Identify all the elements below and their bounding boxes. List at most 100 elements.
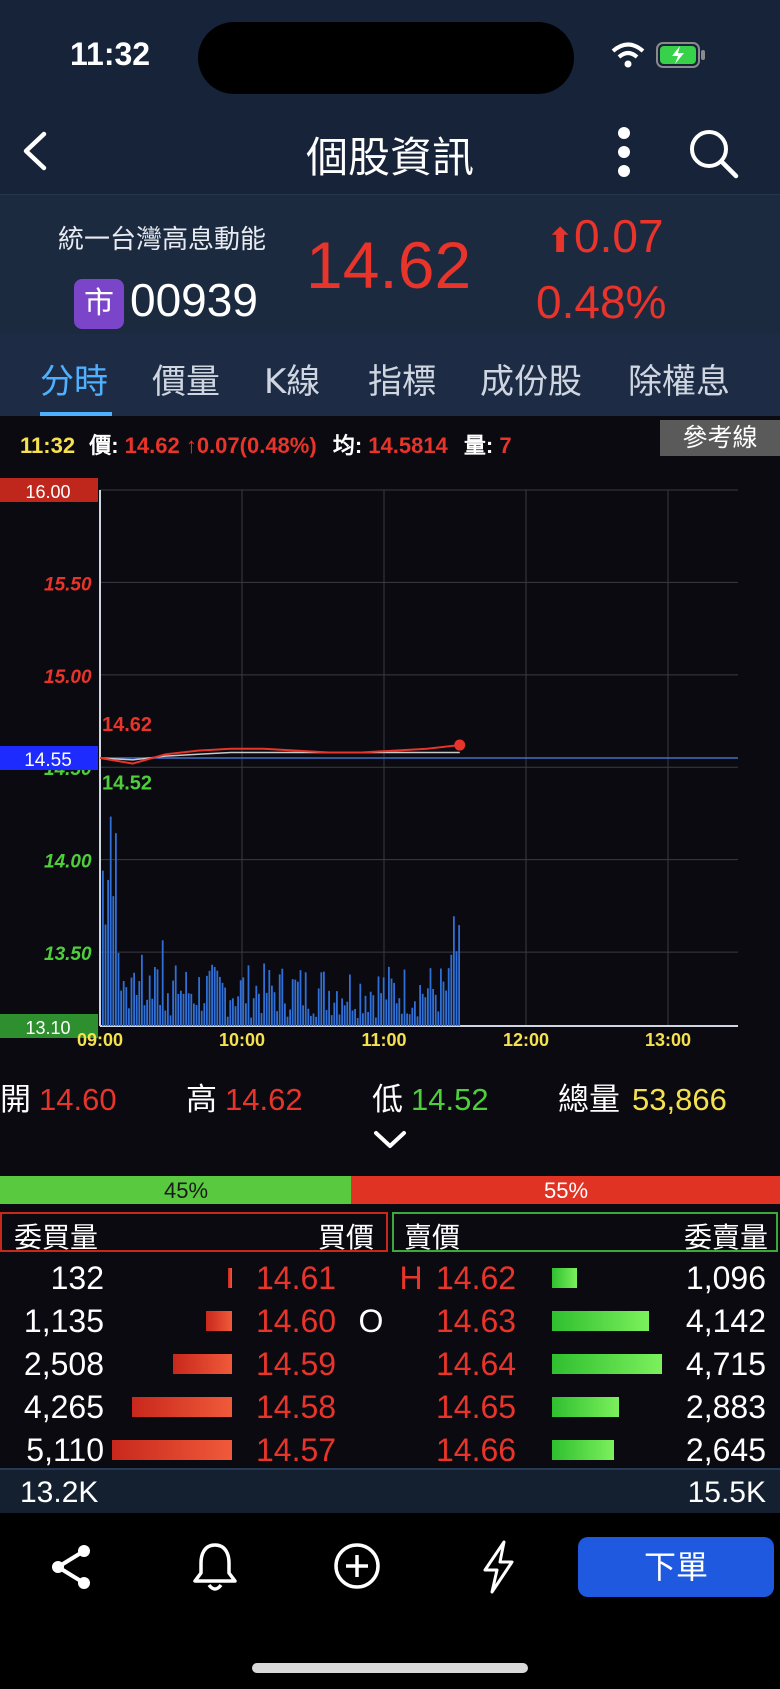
total-ask-volume: 15.5K: [687, 1476, 766, 1509]
order-button[interactable]: 下單: [578, 1537, 774, 1597]
low-label: 低: [372, 1082, 403, 1118]
info-vol: 7: [499, 433, 512, 458]
expand-chevron-icon[interactable]: [372, 1128, 408, 1152]
ask-volume-bar: [552, 1440, 614, 1460]
volume-bar: [208, 970, 211, 1026]
search-icon[interactable]: [686, 126, 740, 180]
stock-quote-header: 統一台灣高息動能 市 00939 14.62 ⬆ 0.07 0.48%: [0, 194, 780, 334]
volume-bar: [242, 977, 245, 1026]
volume-bar: [234, 1006, 237, 1026]
tab-price-volume[interactable]: 價量: [152, 354, 220, 403]
volume-bar: [164, 1010, 167, 1026]
volume-bar: [359, 983, 362, 1026]
bid-volume-bar: [206, 1311, 232, 1331]
buy-ratio-label: 45%: [163, 1178, 209, 1203]
volume-bar: [211, 964, 213, 1026]
volume-bar: [265, 992, 268, 1026]
bid-volume: 5,110: [26, 1432, 104, 1468]
total-volume-group: 總量 53,866: [558, 1074, 727, 1119]
tab-kline[interactable]: K線: [264, 354, 320, 403]
volume-bar: [398, 998, 401, 1026]
volume-bar: [154, 967, 156, 1026]
bid-price: 14.58: [256, 1389, 337, 1425]
y-tick-label: 15.50: [44, 574, 92, 595]
tab-indicators[interactable]: 指標: [368, 354, 436, 403]
volume-bar: [281, 968, 284, 1026]
bid-price: 14.57: [256, 1432, 337, 1468]
volume-bar: [239, 980, 242, 1026]
chart-plot: 16.0015.5015.0014.5014.0013.5013.1014.55…: [0, 478, 738, 1050]
volume-bar: [169, 1015, 172, 1026]
volume-bar: [286, 1016, 289, 1026]
bid-price: 14.59: [256, 1346, 337, 1382]
volume-bar: [276, 1011, 278, 1026]
low-value: 14.52: [411, 1082, 489, 1117]
high-price-label: 14.62: [102, 714, 152, 736]
bell-icon[interactable]: [190, 1541, 240, 1593]
order-book-row[interactable]: 1,135 14.60 O 14.63 4,142: [0, 1299, 780, 1342]
volume-bar: [349, 974, 351, 1026]
status-bar: 11:32: [0, 0, 780, 110]
volume-bar: [440, 968, 442, 1026]
volume-bar: [356, 1017, 359, 1026]
volume-bar: [427, 988, 429, 1026]
high-value: 14.62: [225, 1082, 303, 1117]
volume-bar: [320, 972, 323, 1026]
ask-volume: 4,142: [685, 1303, 766, 1339]
volume-bar: [375, 1017, 377, 1026]
ask-volume-bar: [552, 1354, 662, 1374]
volume-bar: [112, 896, 115, 1026]
volume-bar: [143, 1005, 146, 1026]
book-footer: 13.2K 15.5K: [0, 1470, 780, 1513]
ask-price: 14.64: [436, 1346, 517, 1382]
lightning-icon[interactable]: [478, 1539, 518, 1595]
volume-bar: [273, 992, 276, 1026]
volume-bar: [315, 1016, 317, 1026]
tab-timeshare[interactable]: 分時: [40, 354, 108, 403]
volume-bar: [203, 1003, 206, 1026]
volume-bar: [401, 1013, 403, 1026]
share-icon[interactable]: [48, 1543, 96, 1591]
volume-bar: [341, 998, 343, 1026]
volume-bar: [133, 972, 135, 1026]
volume-bar: [406, 1013, 408, 1026]
ask-price-header: 賣價: [404, 1221, 461, 1254]
stock-price: 14.62: [306, 228, 472, 302]
volume-bar: [216, 970, 219, 1026]
add-circle-icon[interactable]: [332, 1541, 382, 1591]
ask-volume: 1,096: [685, 1260, 766, 1296]
volume-bar: [458, 925, 460, 1026]
order-book-row[interactable]: 2,508 14.59 14.64 4,715: [0, 1342, 780, 1385]
reference-line-button[interactable]: 參考線: [660, 420, 780, 456]
order-book-row[interactable]: 5,110 14.57 14.66 2,645: [0, 1428, 780, 1471]
volume-bar: [271, 985, 273, 1026]
ask-price: 14.63: [436, 1303, 517, 1339]
tab-dividends[interactable]: 除權息: [628, 354, 730, 403]
volume-bar: [177, 993, 180, 1026]
volume-bar: [393, 982, 395, 1026]
volume-bar: [193, 1003, 195, 1026]
volume-bar: [260, 1013, 263, 1026]
more-icon[interactable]: [612, 124, 636, 180]
volume-bar: [388, 966, 390, 1026]
last-price-dot: [454, 739, 466, 751]
volume-bar: [346, 1001, 349, 1026]
bid-volume: 1,135: [23, 1303, 104, 1339]
volume-bar: [385, 999, 388, 1026]
volume-bar: [304, 972, 307, 1026]
bid-header: 委買量 買價: [0, 1212, 388, 1254]
order-book-row[interactable]: 132 14.61 H 14.62 1,096: [0, 1256, 780, 1299]
volume-bar: [299, 970, 302, 1026]
tab-constituents[interactable]: 成份股: [480, 354, 582, 403]
price-change-pct: 0.48%: [536, 276, 667, 328]
nav-bar: 個股資訊: [0, 110, 780, 194]
volume-bar: [151, 998, 154, 1026]
order-book-row[interactable]: 4,265 14.58 14.65 2,883: [0, 1385, 780, 1428]
volume-bar: [302, 1005, 304, 1026]
ask-volume-bar: [552, 1311, 649, 1331]
volume-bar: [421, 993, 424, 1026]
volume-bar: [206, 975, 208, 1026]
volume-bar: [432, 988, 434, 1026]
price-marker: H: [399, 1260, 423, 1296]
up-arrow-icon: ⬆: [546, 222, 575, 260]
